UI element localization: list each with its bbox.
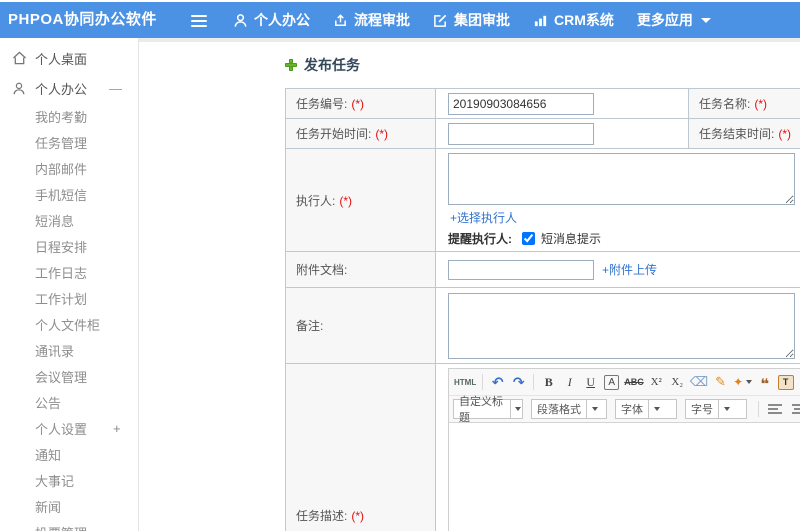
publish-task-form: 任务编号:(*) 任务名称:(*) 任务开始时间:(*) 任务结束时	[285, 88, 800, 531]
underline-button[interactable]: U	[581, 372, 600, 392]
attachment-input[interactable]	[448, 259, 594, 280]
add-plus-icon	[285, 59, 297, 71]
workflow-icon	[333, 13, 348, 28]
task-description-label: 任务描述: (*)	[285, 363, 436, 531]
sidebar: 个人桌面 个人办公 — 我的考勤 任务管理 内部邮件 手机短信 短消息 日程安排…	[0, 38, 139, 531]
table-row: 任务描述: (*) HTML ↶ ↷ B I U A ABC X² X₂ ⌫ ✎…	[285, 363, 800, 531]
remark-label: 备注:	[285, 287, 436, 364]
sidebar-item-short-message[interactable]: 短消息	[0, 207, 138, 233]
font-family-select[interactable]: 字体	[615, 399, 677, 419]
sidebar-item-work-log[interactable]: 工作日志	[0, 259, 138, 285]
table-row: 任务编号:(*) 任务名称:(*)	[285, 88, 800, 119]
sidebar-item-major-events[interactable]: 大事记	[0, 467, 138, 493]
italic-button[interactable]: I	[560, 372, 579, 392]
caret-down-icon	[746, 380, 753, 384]
html-source-button[interactable]: HTML	[453, 372, 477, 392]
table-row: 执行人: (*) +选择执行人 提醒执行人: 短消息提示	[285, 148, 800, 252]
editor-toolbar-row2: 自定义标题 段落格式 字体 字号	[449, 396, 800, 424]
sidebar-item-meeting-management[interactable]: 会议管理	[0, 363, 138, 389]
autoformat-wand-icon[interactable]: ✦	[732, 372, 753, 392]
sidebar-item-work-plan[interactable]: 工作计划	[0, 285, 138, 311]
char-border-button[interactable]: A	[604, 374, 620, 390]
expand-icon[interactable]: +	[113, 421, 121, 436]
sidebar-item-news[interactable]: 新闻	[0, 493, 138, 519]
sidebar-item-file-cabinet[interactable]: 个人文件柜	[0, 311, 138, 337]
top-header: PHPOA协同办公软件 个人办公 流程审批 集团审批 CRM系统 更多应用	[0, 2, 800, 38]
app-window: PHPOA协同办公软件 个人办公 流程审批 集团审批 CRM系统 更多应用 个人…	[0, 0, 800, 531]
bar-chart-icon	[533, 13, 548, 28]
paste-text-icon[interactable]: T	[776, 372, 795, 392]
subscript-button[interactable]: X₂	[668, 372, 687, 392]
menu-toggle-icon[interactable]	[191, 12, 208, 28]
superscript-button[interactable]: X²	[647, 372, 666, 392]
nav-personal-office[interactable]: 个人办公	[233, 2, 310, 38]
caret-down-icon	[654, 407, 660, 411]
nav-group-approval[interactable]: 集团审批	[433, 2, 510, 38]
editor-toolbar-row1: HTML ↶ ↷ B I U A ABC X² X₂ ⌫ ✎ ✦ ❝ T	[449, 369, 800, 396]
remind-executor-label: 提醒执行人:	[448, 232, 512, 246]
sidebar-item-notification[interactable]: 通知	[0, 441, 138, 467]
executor-textarea[interactable]	[448, 153, 795, 205]
strikethrough-button[interactable]: ABC	[623, 372, 645, 392]
caret-down-icon	[515, 407, 522, 411]
sidebar-item-schedule[interactable]: 日程安排	[0, 233, 138, 259]
task-number-input[interactable]	[448, 92, 594, 115]
sms-remind-checkbox[interactable]	[522, 232, 535, 245]
collapse-icon[interactable]: —	[109, 81, 122, 96]
caret-down-icon	[700, 17, 711, 23]
attachment-label: 附件文档:	[285, 251, 436, 288]
bold-button[interactable]: B	[539, 372, 558, 392]
redo-icon[interactable]: ↷	[509, 372, 528, 392]
align-center-icon[interactable]	[792, 403, 800, 415]
home-icon	[12, 51, 28, 65]
sidebar-item-announcement[interactable]: 公告	[0, 389, 138, 415]
task-number-label: 任务编号: (*)	[285, 88, 436, 119]
editor-content-area[interactable]	[449, 423, 800, 531]
start-time-input[interactable]	[448, 122, 594, 145]
undo-icon[interactable]: ↶	[488, 372, 507, 392]
table-row: 备注:	[285, 287, 800, 364]
start-time-label: 任务开始时间: (*)	[285, 118, 436, 149]
sidebar-item-vote-management[interactable]: 投票管理	[0, 519, 138, 531]
sms-remind-option-label: 短消息提示	[541, 232, 602, 246]
table-row: 附件文档: +附件上传	[285, 251, 800, 288]
nav-workflow-approval[interactable]: 流程审批	[333, 2, 410, 38]
executor-label: 执行人: (*)	[285, 148, 436, 252]
format-brush-icon[interactable]: ✎	[711, 372, 730, 392]
paragraph-format-select[interactable]: 段落格式	[531, 399, 607, 419]
sidebar-item-personal-office[interactable]: 个人办公 —	[0, 73, 138, 103]
align-left-icon[interactable]	[768, 403, 782, 415]
main-content: 发布任务 任务编号:(*) 任务名称:(*) 任务开始时间:(*)	[139, 38, 800, 531]
sidebar-item-personal-settings[interactable]: 个人设置 +	[0, 415, 138, 441]
sidebar-item-personal-desktop[interactable]: 个人桌面	[0, 43, 138, 73]
choose-executor-link[interactable]: +选择执行人	[450, 209, 517, 226]
sidebar-item-address-book[interactable]: 通讯录	[0, 337, 138, 363]
attachment-upload-link[interactable]: +附件上传	[602, 261, 657, 278]
page-title: 发布任务	[285, 55, 360, 75]
sidebar-item-mobile-sms[interactable]: 手机短信	[0, 181, 138, 207]
top-nav: 个人办公 流程审批 集团审批 CRM系统 更多应用	[233, 2, 711, 38]
edit-square-icon	[433, 13, 448, 28]
task-name-label: 任务名称: (*)	[688, 88, 800, 119]
nav-more-apps[interactable]: 更多应用	[637, 2, 711, 38]
sidebar-item-my-attendance[interactable]: 我的考勤	[0, 103, 138, 129]
user-icon	[12, 81, 28, 96]
rich-text-editor: HTML ↶ ↷ B I U A ABC X² X₂ ⌫ ✎ ✦ ❝ T 自定义…	[448, 368, 800, 531]
blockquote-icon[interactable]: ❝	[755, 372, 774, 392]
heading-select[interactable]: 自定义标题	[453, 396, 523, 424]
caret-down-icon	[592, 407, 598, 411]
caret-down-icon	[724, 407, 730, 411]
nav-crm[interactable]: CRM系统	[533, 2, 614, 38]
font-size-select[interactable]: 字号	[685, 399, 747, 419]
sidebar-item-internal-mail[interactable]: 内部邮件	[0, 155, 138, 181]
table-row: 任务开始时间: (*) 任务结束时间: (*)	[285, 118, 800, 149]
person-icon	[233, 13, 248, 28]
eraser-icon[interactable]: ⌫	[689, 372, 709, 392]
app-logo: PHPOA协同办公软件	[8, 11, 157, 28]
sidebar-item-task-management[interactable]: 任务管理	[0, 129, 138, 155]
end-time-label: 任务结束时间: (*)	[688, 118, 800, 149]
remark-textarea[interactable]	[448, 292, 795, 359]
